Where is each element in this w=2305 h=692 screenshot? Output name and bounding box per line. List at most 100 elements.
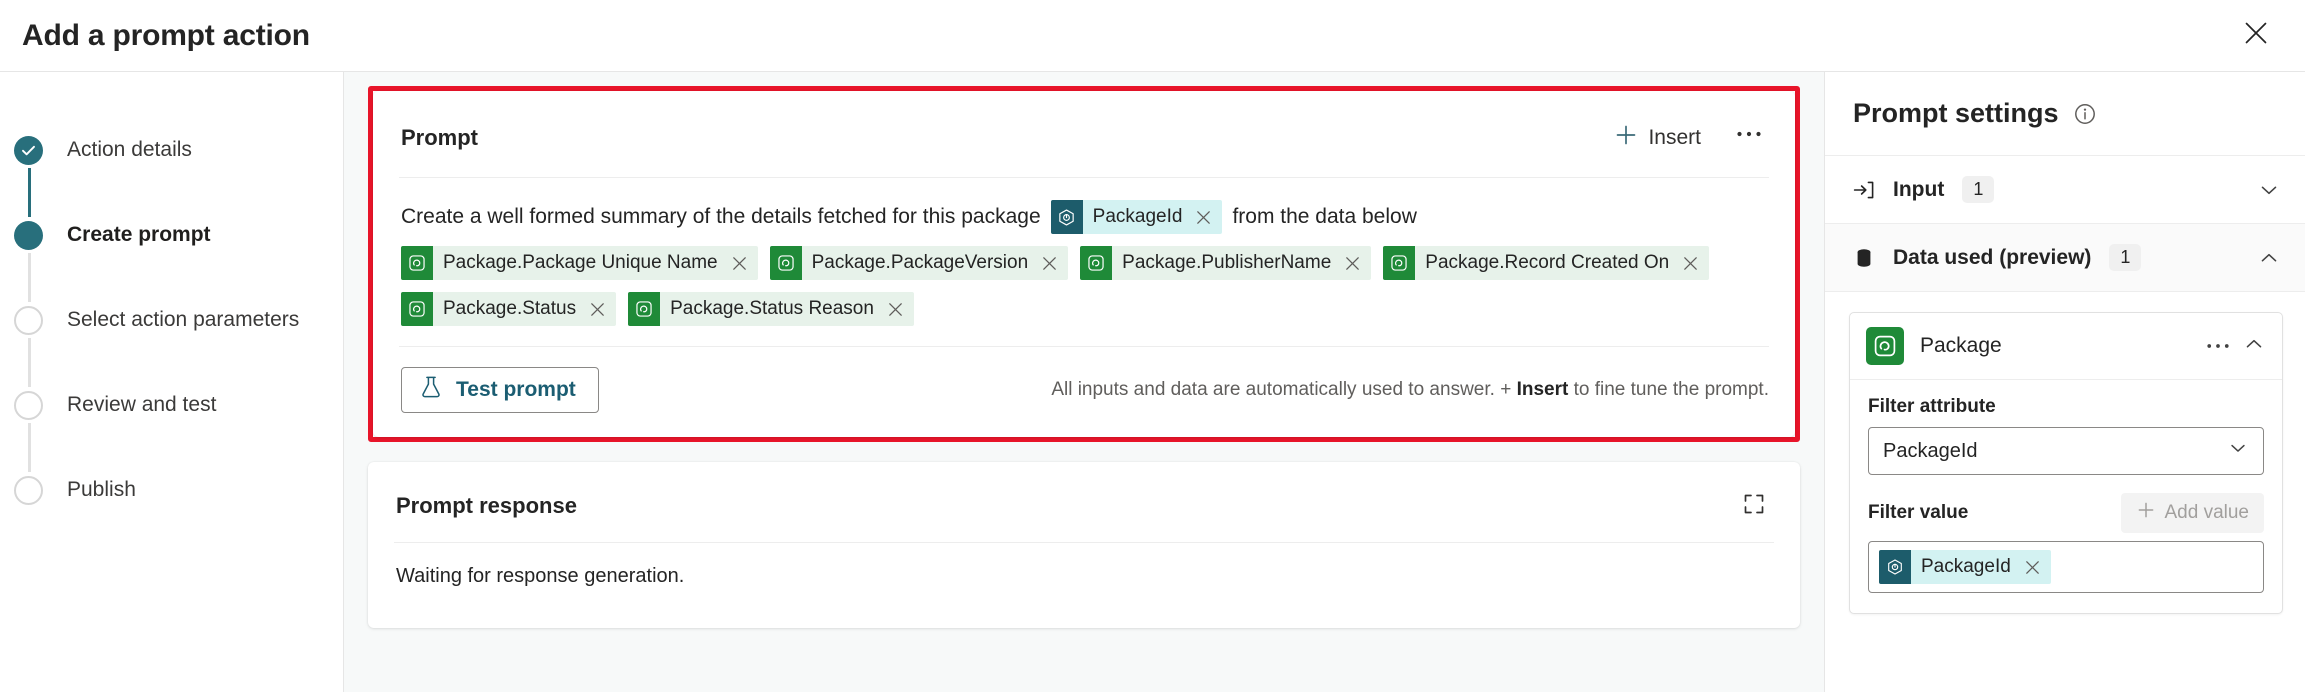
chip-label: PackageId xyxy=(1921,556,2011,577)
prompt-response-body: Waiting for response generation. xyxy=(396,565,685,587)
wizard-step-publish[interactable]: Publish xyxy=(14,472,343,508)
database-icon xyxy=(1851,246,1877,270)
chip-label: Package.Record Created On xyxy=(1425,252,1670,273)
wizard-connector-2 xyxy=(28,253,31,302)
chip-label: Package.Package Unique Name xyxy=(443,252,718,273)
footnote-part2: to fine tune the prompt. xyxy=(1568,379,1769,400)
close-button[interactable] xyxy=(2233,13,2279,59)
page-title: Add a prompt action xyxy=(22,18,310,52)
add-value-label: Add value xyxy=(2164,502,2249,523)
chevron-up-icon[interactable] xyxy=(2242,332,2266,361)
add-prompt-action-dialog: Add a prompt action Action details Creat… xyxy=(0,0,2305,692)
step-state-icon-todo xyxy=(14,475,43,505)
dataverse-table-icon xyxy=(401,246,433,280)
prompt-input-chip-packageid[interactable]: PackageId xyxy=(1050,200,1223,234)
wizard-steps: Action details Create prompt Select acti… xyxy=(0,132,343,508)
chip-remove-icon[interactable] xyxy=(586,302,616,317)
settings-section-count: 1 xyxy=(2109,244,2142,271)
wizard-connector-4 xyxy=(28,423,31,472)
prompt-first-line: Create a well formed summary of the deta… xyxy=(401,200,1769,234)
wizard-step-review-and-test[interactable]: Review and test xyxy=(14,387,343,423)
chip-remove-icon[interactable] xyxy=(728,256,758,271)
data-chip-packageversion[interactable]: Package.PackageVersion xyxy=(769,246,1069,280)
main-content: Prompt Insert Create a well formed summa… xyxy=(343,72,1825,692)
dataverse-table-icon xyxy=(1383,246,1416,280)
expand-response-button[interactable] xyxy=(1734,488,1774,524)
close-icon xyxy=(2243,20,2269,51)
settings-section-input[interactable]: Input 1 xyxy=(1825,156,2305,224)
dataverse-table-icon xyxy=(401,292,433,326)
filter-value-label: Filter value xyxy=(1868,502,1969,523)
prompt-text-after: from the data below xyxy=(1232,204,1417,228)
settings-section-data-used[interactable]: Data used (preview) 1 xyxy=(1825,224,2305,292)
prompt-response-card: Prompt response Waiting for response gen… xyxy=(368,462,1800,628)
prompt-settings-panel: Prompt settings Input 1 Data used (previ… xyxy=(1825,72,2305,692)
chip-label: Package.PackageVersion xyxy=(811,252,1029,273)
prompt-data-chips-row-2: Package.Status Package.Status Reason xyxy=(401,292,1769,326)
info-icon[interactable] xyxy=(2073,102,2097,126)
chip-label: Package.Status xyxy=(443,298,577,319)
data-chip-status-reason[interactable]: Package.Status Reason xyxy=(628,292,914,326)
data-chip-publishername[interactable]: Package.PublisherName xyxy=(1080,246,1372,280)
dataverse-table-icon xyxy=(1866,327,1904,365)
flask-icon xyxy=(420,375,442,405)
step-state-icon-todo xyxy=(14,390,43,420)
data-source-actions xyxy=(2206,332,2266,361)
settings-section-count: 1 xyxy=(1962,176,1995,203)
prompt-response-title: Prompt response xyxy=(396,493,577,518)
footnote-part1: All inputs and data are automatically us… xyxy=(1051,379,1517,400)
insert-button[interactable]: Insert xyxy=(1604,117,1711,159)
dataverse-table-icon xyxy=(1080,246,1113,280)
test-prompt-label: Test prompt xyxy=(456,378,576,401)
chip-remove-icon[interactable] xyxy=(884,302,914,317)
filter-value-chip-packageid[interactable]: PackageId xyxy=(1879,550,2051,584)
data-source-body: Filter attribute PackageId Filter value xyxy=(1850,380,2282,613)
dataverse-table-icon xyxy=(769,246,802,280)
chevron-down-icon[interactable] xyxy=(2257,178,2281,202)
settings-section-label: Input xyxy=(1893,177,1945,201)
chip-label: Package.PublisherName xyxy=(1122,252,1332,273)
prompt-footnote: All inputs and data are automatically us… xyxy=(1051,379,1769,401)
input-variable-icon xyxy=(1050,200,1083,234)
wizard-rail: Action details Create prompt Select acti… xyxy=(0,72,343,692)
chip-remove-icon[interactable] xyxy=(1038,256,1068,271)
chip-remove-icon[interactable] xyxy=(1679,256,1709,271)
add-value-button[interactable]: Add value xyxy=(2121,493,2264,533)
data-source-header[interactable]: Package xyxy=(1850,313,2282,380)
data-source-more-options-button[interactable] xyxy=(2206,337,2230,355)
filter-value-input[interactable]: PackageId xyxy=(1868,541,2264,593)
prompt-data-chips-row-1: Package.Package Unique Name Package.Pack… xyxy=(401,246,1769,280)
wizard-step-label: Select action parameters xyxy=(67,308,300,331)
test-prompt-button[interactable]: Test prompt xyxy=(401,367,599,413)
wizard-step-create-prompt[interactable]: Create prompt xyxy=(14,217,343,253)
chip-label: Package.Status Reason xyxy=(670,298,874,319)
prompt-card: Prompt Insert Create a well formed summa… xyxy=(373,91,1795,437)
prompt-card-highlight: Prompt Insert Create a well formed summa… xyxy=(368,86,1800,442)
data-source-package-card: Package Filter attribute PackageId Filte… xyxy=(1849,312,2283,614)
prompt-editor[interactable]: Create a well formed summary of the deta… xyxy=(373,178,1795,326)
wizard-step-select-action-parameters[interactable]: Select action parameters xyxy=(14,302,343,338)
chip-remove-icon[interactable] xyxy=(2021,560,2051,575)
chevron-up-icon[interactable] xyxy=(2257,246,2281,270)
prompt-card-actions: Insert xyxy=(1604,117,1769,159)
filter-attribute-value: PackageId xyxy=(1883,439,1978,462)
prompt-settings-title: Prompt settings xyxy=(1853,98,2059,128)
data-chip-record-created-on[interactable]: Package.Record Created On xyxy=(1383,246,1710,280)
chip-remove-icon[interactable] xyxy=(1192,210,1222,225)
wizard-step-label: Publish xyxy=(67,478,136,501)
data-chip-status[interactable]: Package.Status xyxy=(401,292,617,326)
wizard-step-label: Create prompt xyxy=(67,223,211,246)
wizard-step-label: Review and test xyxy=(67,393,217,416)
data-chip-package-unique-name[interactable]: Package.Package Unique Name xyxy=(401,246,758,280)
dialog-body: Action details Create prompt Select acti… xyxy=(0,72,2305,692)
prompt-card-footer: Test prompt All inputs and data are auto… xyxy=(373,347,1795,437)
dataverse-table-icon xyxy=(628,292,661,326)
filter-attribute-select[interactable]: PackageId xyxy=(1868,427,2264,475)
ellipsis-icon xyxy=(1736,129,1762,138)
chip-remove-icon[interactable] xyxy=(1341,256,1371,271)
prompt-text-before: Create a well formed summary of the deta… xyxy=(401,204,1041,228)
prompt-card-title: Prompt xyxy=(401,125,478,150)
wizard-step-action-details[interactable]: Action details xyxy=(14,132,343,168)
prompt-more-options-button[interactable] xyxy=(1729,120,1769,156)
data-source-name: Package xyxy=(1920,334,2002,357)
